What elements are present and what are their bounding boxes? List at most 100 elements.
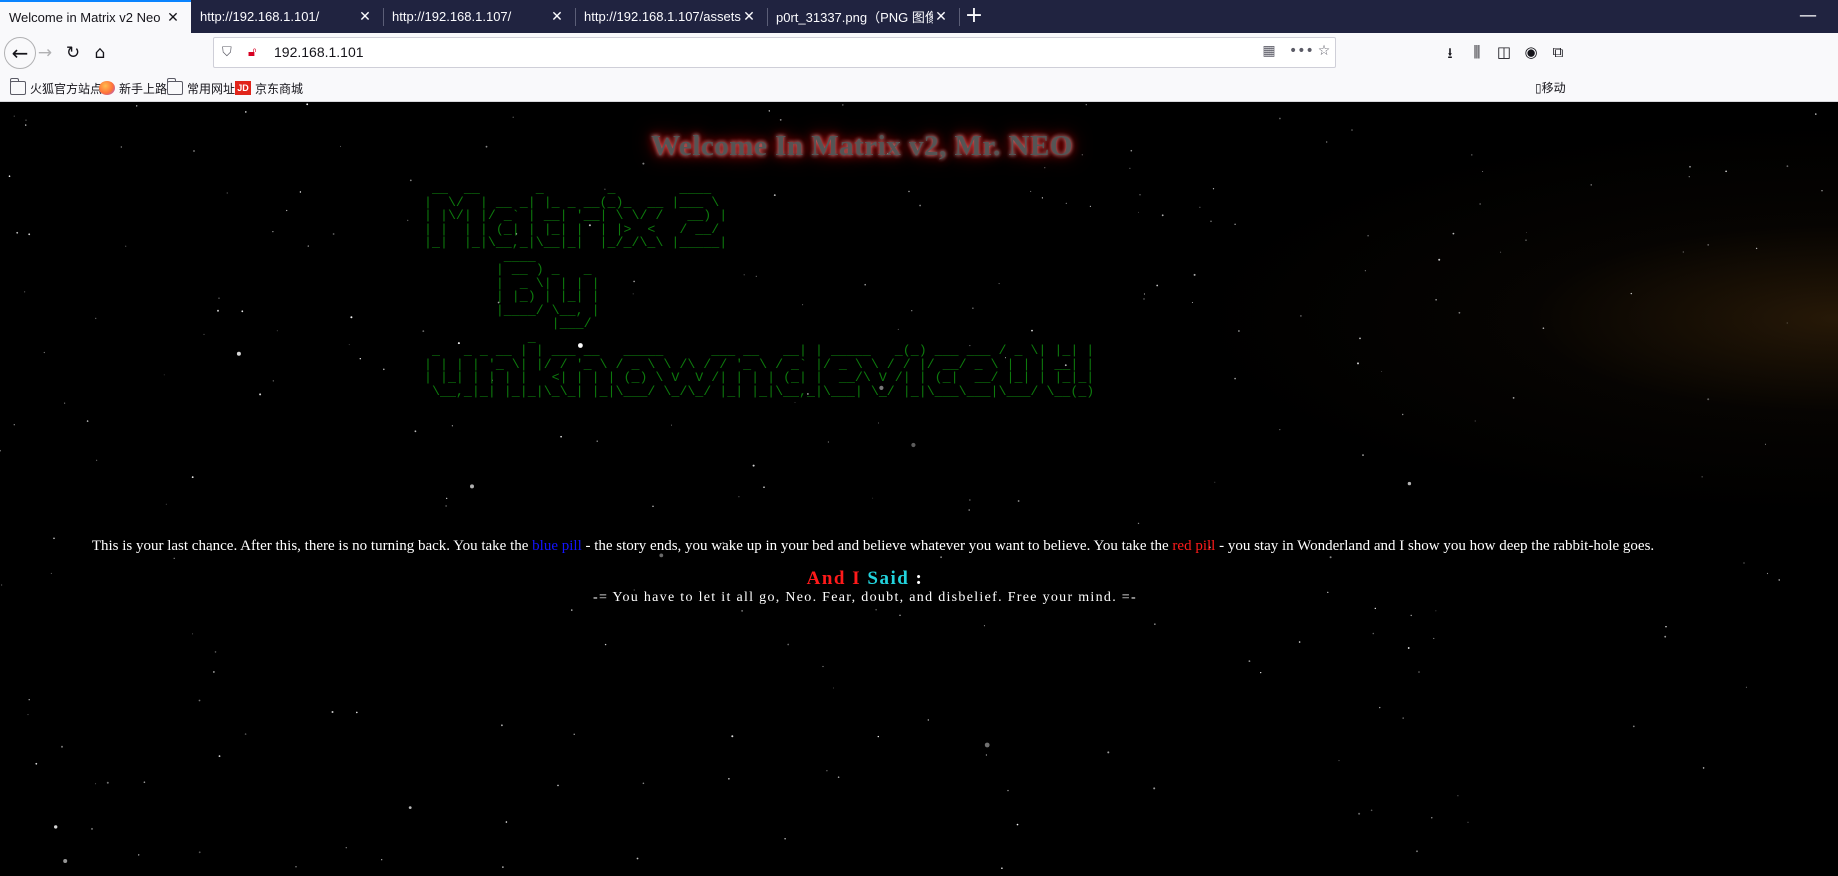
reload-icon[interactable]: ↻ — [58, 38, 88, 68]
star — [596, 440, 598, 442]
close-tab-icon[interactable]: ✕ — [357, 8, 373, 25]
star — [86, 420, 89, 422]
star — [1329, 556, 1332, 559]
star — [1362, 454, 1364, 456]
tab-assets-img[interactable]: http://192.168.1.107/assets/img/ ✕ — [575, 0, 767, 33]
star — [16, 231, 19, 234]
star — [348, 344, 350, 346]
url-text[interactable]: 192.168.1.101 — [274, 44, 364, 60]
star — [1191, 302, 1193, 303]
star — [512, 116, 514, 118]
star — [1234, 377, 1236, 380]
star — [91, 827, 93, 830]
minimize-window-icon[interactable]: — — [1796, 5, 1820, 29]
mobile-bookmarks[interactable]: ▯移动 — [1535, 79, 1566, 96]
star — [1154, 623, 1156, 625]
bookmark-jd-mall[interactable]: JD 京东商城 — [235, 79, 303, 97]
quote-text: This is your last chance. After this, th… — [91, 538, 533, 554]
star — [95, 783, 97, 785]
forward-arrow-icon[interactable]: → — [30, 38, 60, 68]
sidebar-icon[interactable]: ◫ — [1494, 43, 1514, 63]
tab-port-png[interactable]: p0rt_31337.png（PNG 图像，500 ✕ — [767, 0, 959, 33]
star — [872, 497, 874, 499]
star — [1407, 647, 1410, 649]
account-icon[interactable]: ◉ — [1521, 43, 1541, 63]
bookmark-firefox-official[interactable]: 火狐官方站点 — [10, 78, 102, 97]
star — [1821, 190, 1823, 192]
home-icon[interactable]: ⌂ — [85, 38, 115, 68]
star — [1474, 420, 1476, 422]
page-content: Welcome In Matrix v2, Mr. NEO __ __ _ _ … — [0, 102, 1838, 876]
bookmark-star-icon[interactable]: ☆ — [1314, 43, 1334, 63]
star — [1500, 251, 1502, 253]
close-tab-icon[interactable]: ✕ — [165, 9, 181, 26]
star — [25, 124, 27, 126]
bookmark-label: 京东商城 — [255, 81, 304, 96]
star — [794, 402, 796, 403]
bookmark-common-sites[interactable]: 常用网址 — [167, 78, 235, 97]
star — [106, 781, 109, 784]
star — [968, 509, 970, 511]
star — [1786, 165, 1789, 168]
star — [35, 762, 38, 765]
navigation-toolbar: ← → ↻ ⌂ ⛉ 🔓︎ 192.168.1.101 ▦ ••• ☆ ⭳ ⫼ ◫… — [0, 33, 1838, 73]
star — [636, 857, 639, 860]
address-bar[interactable]: ⛉ 🔓︎ 192.168.1.101 ▦ ••• ☆ — [213, 37, 1336, 68]
star — [1359, 337, 1361, 340]
tab-192-168-1-101[interactable]: http://192.168.1.101/ ✕ — [191, 0, 383, 33]
star — [25, 119, 27, 121]
star — [940, 556, 942, 559]
new-tab-plus-icon[interactable]: + — [962, 5, 986, 29]
tracking-protection-shield-icon[interactable]: ⛉ — [222, 45, 238, 61]
star — [984, 742, 990, 748]
bookmark-label: 新手上路 — [119, 81, 168, 96]
close-tab-icon[interactable]: ✕ — [549, 8, 565, 25]
star — [1435, 610, 1437, 612]
close-tab-icon[interactable]: ✕ — [933, 8, 949, 25]
star — [1085, 104, 1087, 106]
star — [1765, 443, 1766, 445]
star — [1381, 371, 1383, 372]
star — [125, 245, 127, 247]
page-headline: Welcome In Matrix v2, Mr. NEO — [651, 130, 1073, 162]
qr-code-icon[interactable]: ▦ — [1259, 43, 1279, 63]
star — [1300, 315, 1302, 317]
star — [571, 609, 573, 611]
close-tab-icon[interactable]: ✕ — [741, 8, 757, 25]
star — [604, 643, 607, 646]
star — [1153, 787, 1156, 790]
library-icon[interactable]: ⫼ — [1467, 43, 1487, 63]
star — [1452, 232, 1455, 235]
star — [784, 838, 786, 840]
and-i-said-heading: And I Said : — [0, 568, 1825, 590]
bookmark-getting-started[interactable]: 新手上路 — [99, 79, 167, 97]
star — [1482, 171, 1484, 172]
star — [295, 866, 297, 868]
star — [671, 424, 672, 426]
tab-192-168-1-107[interactable]: http://192.168.1.107/ ✕ — [383, 0, 575, 33]
star — [244, 733, 247, 735]
star — [64, 402, 66, 404]
star — [1143, 298, 1145, 300]
star — [414, 430, 417, 433]
star — [501, 724, 503, 727]
star — [1017, 500, 1020, 502]
star — [408, 806, 412, 809]
star — [143, 781, 146, 783]
quote-text: - the story ends, you wake up in your be… — [581, 538, 1173, 554]
page-actions-menu-icon[interactable]: ••• — [1289, 43, 1314, 63]
star — [877, 735, 879, 738]
star — [138, 854, 140, 856]
star — [1525, 239, 1527, 241]
star — [827, 441, 830, 443]
star — [1139, 194, 1141, 196]
extension-icon[interactable]: ⧉ — [1548, 43, 1568, 63]
star — [1193, 273, 1196, 276]
insecure-connection-lock-icon[interactable]: 🔓︎ — [248, 45, 264, 61]
tab-matrix-welcome[interactable]: Welcome in Matrix v2 Neo ✕ — [0, 0, 191, 33]
star — [1755, 247, 1758, 250]
star — [1438, 258, 1441, 261]
said-text: Said — [867, 568, 910, 589]
downloads-icon[interactable]: ⭳ — [1440, 43, 1460, 63]
star — [1512, 397, 1515, 399]
